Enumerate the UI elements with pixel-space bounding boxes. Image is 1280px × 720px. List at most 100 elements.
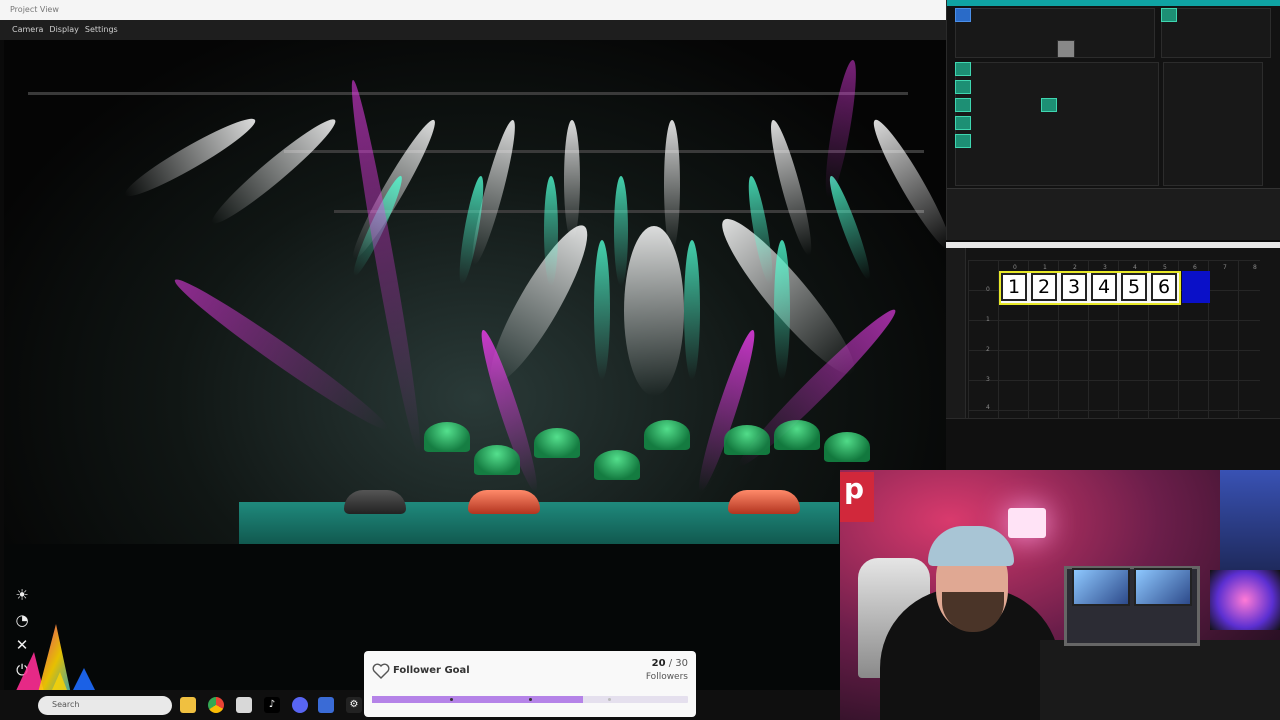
palm-tree [724,425,770,455]
row-number: 4 [986,404,990,411]
window-title: Project View [0,0,946,20]
follower-goal-widget: Follower Goal 20 / 30 Followers [364,651,696,717]
pool-item[interactable] [1161,8,1177,22]
column-number: 4 [1133,264,1137,271]
car-model [344,490,406,514]
discord-icon[interactable] [292,697,308,713]
executor-button-4[interactable]: 4 [1091,273,1117,301]
light-beam [168,270,395,439]
goal-tick [529,698,532,701]
console-screen [1072,568,1130,606]
settings-icon[interactable]: ⚙ [346,697,362,713]
pool-item[interactable] [955,80,971,94]
palm-tree [824,432,870,462]
window-title-bar [947,0,1280,6]
goal-separator: / [665,658,676,669]
light-beam [865,114,946,256]
light-beam [614,176,628,286]
pool-cell[interactable] [1057,40,1075,58]
row-number: 3 [986,376,990,383]
laptop-screen [1210,570,1280,630]
goal-title: Follower Goal [393,665,470,676]
column-number: 8 [1253,264,1257,271]
row-number: 1 [986,316,990,323]
executor-button-1[interactable]: 1 [1001,273,1027,301]
file-explorer-icon[interactable] [180,697,196,713]
webcam-feed: p [840,470,1280,720]
brightness-icon[interactable]: ☀ [12,585,32,605]
row-number: 2 [986,346,990,353]
palm-tree [534,428,580,458]
light-beam [764,117,818,258]
goal-progress-bar [372,696,688,703]
mail-icon[interactable] [236,697,252,713]
command-line-area[interactable] [947,188,1280,240]
light-beam [664,120,680,250]
light-beam [691,327,762,495]
executor-footer [946,418,1280,470]
goal-count: 20 / 30 [652,658,688,669]
heart-icon [372,663,390,679]
wall-sign: p [840,472,874,522]
executor-button-6[interactable]: 6 [1151,273,1177,301]
column-number: 5 [1163,264,1167,271]
executor-button-5[interactable]: 5 [1121,273,1147,301]
goal-target: 30 [675,658,688,669]
menu-display[interactable]: Display [49,25,79,35]
executor-button-2[interactable]: 2 [1031,273,1057,301]
streamer-cap [928,526,1014,566]
console-screen [1134,568,1192,606]
light-beam [564,120,580,240]
column-number: 1 [1043,264,1047,271]
desktop: Project View Camera Display Settings ☀ ◔… [0,0,1280,720]
light-beam [624,226,684,396]
pool-cell[interactable] [1161,8,1271,58]
menu-settings[interactable]: Settings [85,25,118,35]
pool-cell[interactable] [955,8,1155,58]
pool-item[interactable] [955,134,971,148]
lamp [1008,508,1046,538]
palm-tree [644,420,690,450]
pool-item[interactable] [955,62,971,76]
goal-unit: Followers [645,672,688,682]
console-software-window [946,0,1280,240]
menu-bar: Camera Display Settings [0,20,946,40]
goal-tick [608,698,611,701]
chrome-icon[interactable] [208,697,224,713]
taskbar-search-input[interactable]: Search [38,696,172,715]
menu-camera[interactable]: Camera [12,25,43,35]
light-beam [594,240,610,380]
palm-tree [424,422,470,452]
light-beam [544,176,558,286]
car-model [728,490,800,514]
row-number: 0 [986,286,990,293]
goal-progress-fill [372,696,583,703]
pool-item[interactable] [955,8,971,22]
executor-button-3[interactable]: 3 [1061,273,1087,301]
column-number: 0 [1013,264,1017,271]
stage-3d-viewport[interactable] [4,40,946,690]
executor-button-selected[interactable] [1182,271,1210,303]
app-icon[interactable] [318,697,334,713]
column-number: 2 [1073,264,1077,271]
light-beam [684,240,700,380]
tiktok-icon[interactable]: ♪ [264,697,280,713]
palm-tree [594,450,640,480]
sequence-area[interactable] [955,62,1159,186]
light-beam [819,58,862,200]
pool-item[interactable] [955,116,971,130]
truss [334,210,924,213]
pool-item[interactable] [955,98,971,112]
column-number: 7 [1223,264,1227,271]
truss [28,92,908,95]
pool-item[interactable] [1041,98,1057,112]
palm-tree [774,420,820,450]
column-number: 3 [1103,264,1107,271]
light-beam [774,240,790,380]
car-model [468,490,540,514]
info-panel[interactable] [1163,62,1263,186]
desk [1040,640,1280,720]
palm-tree [474,445,520,475]
column-number: 6 [1193,264,1197,271]
window-title-bar [946,242,1280,248]
